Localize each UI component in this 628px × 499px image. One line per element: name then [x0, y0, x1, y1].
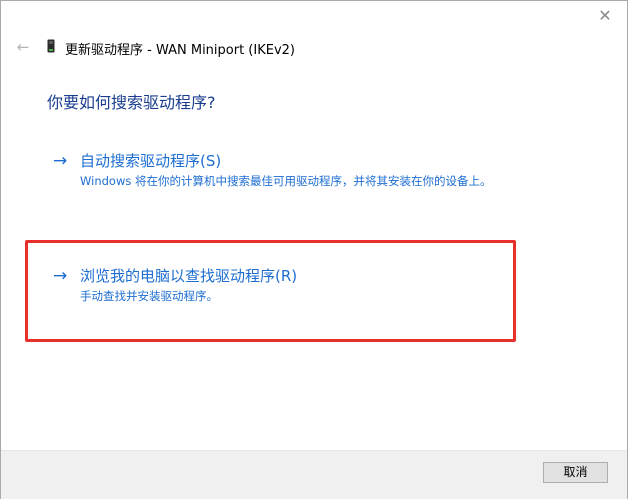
auto-search-description: Windows 将在你的计算机中搜索最佳可用驱动程序，并将其安装在你的设备上。	[80, 174, 492, 188]
page-title: 你要如何搜索驱动程序?	[47, 93, 216, 112]
dialog-footer: 取消	[1, 450, 627, 499]
back-arrow-icon[interactable]: ←	[13, 37, 33, 57]
network-adapter-icon	[47, 39, 55, 53]
update-driver-dialog: ✕ ← 更新驱动程序 - WAN Miniport (IKEv2) 你要如何搜索…	[0, 0, 628, 499]
browse-computer-description: 手动查找并安装驱动程序。	[80, 289, 218, 303]
auto-search-link[interactable]: 自动搜索驱动程序(S)	[80, 151, 221, 171]
browse-computer-link[interactable]: 浏览我的电脑以查找驱动程序(R)	[80, 266, 297, 286]
window-title: 更新驱动程序 - WAN Miniport (IKEv2)	[65, 43, 295, 58]
close-icon[interactable]: ✕	[594, 6, 616, 26]
cancel-button[interactable]: 取消	[543, 462, 608, 483]
arrow-right-icon: →	[53, 151, 68, 171]
arrow-right-icon: →	[53, 266, 68, 286]
